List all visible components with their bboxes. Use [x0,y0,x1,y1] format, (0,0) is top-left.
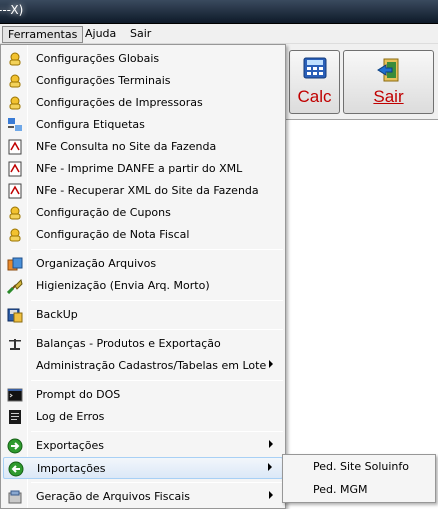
settings-hand-icon [7,51,23,67]
settings-hand-icon [7,73,23,89]
submenu-arrow-icon [268,463,272,471]
menu-item-organizacao-arquivos[interactable]: Organização Arquivos [3,253,283,275]
toolbar: Calc Sair [285,44,438,120]
menu-item-label: Configurações Globais [36,52,160,65]
menu-item-exportacoes[interactable]: Exportações [3,435,283,457]
menu-item-configuracoes-impressoras[interactable]: Configurações de Impressoras [3,92,283,114]
calculator-icon [303,57,327,82]
menu-ferramentas[interactable]: Ferramentas [2,26,84,43]
menu-item-label: Configuração de Cupons [36,206,171,219]
menu-item-label: BackUp [36,308,78,321]
menu-item-administracao-cadastros[interactable]: Administração Cadastros/Tabelas em Lote [3,355,283,377]
menu-separator [31,329,283,330]
main-window-area: Calc Sair [285,44,438,509]
export-arrow-icon [7,438,23,454]
submenu-arrow-icon [269,360,273,368]
scale-icon [7,336,23,352]
log-icon [7,409,23,425]
menu-item-label: NFe - Recuperar XML do Site da Fazenda [36,184,259,197]
menu-item-label: NFe Consulta no Site da Fazenda [36,140,217,153]
menu-item-configuracao-nota-fiscal[interactable]: Configuração de Nota Fiscal [3,224,283,246]
exit-door-icon [376,57,402,86]
menu-item-label: Higienização (Envia Arq. Morto) [36,279,210,292]
menu-item-importacoes[interactable]: Importações [3,457,283,479]
calc-label: Calc [297,87,332,106]
settings-hand-icon [7,95,23,111]
sair-label: Sair [373,87,404,106]
menu-item-label: Geração de Arquivos Fiscais [36,490,191,503]
menu-sair[interactable]: Sair [125,26,156,43]
menu-item-nfe-recuperar-xml[interactable]: NFe - Recuperar XML do Site da Fazenda [3,180,283,202]
menu-item-label: Configuração de Nota Fiscal [36,228,190,241]
menu-separator [31,300,283,301]
menu-item-label: Balanças - Produtos e Exportação [36,337,221,350]
menu-item-label: Administração Cadastros/Tabelas em Lote [36,359,267,372]
import-arrow-icon [8,461,24,477]
ferramentas-dropdown: Configurações Globais Configurações Term… [0,44,286,509]
menu-item-label: Exportações [36,439,105,452]
menu-item-label: Log de Erros [36,410,105,423]
sair-button[interactable]: Sair [343,50,434,114]
submenu-item-ped-site-soluinfo[interactable]: Ped. Site Soluinfo [313,460,409,473]
labels-icon [7,117,23,133]
menu-item-nfe-consulta[interactable]: NFe Consulta no Site da Fazenda [3,136,283,158]
title-bar: ---X) [0,0,438,24]
menu-item-prompt-dos[interactable]: Prompt do DOS [3,384,283,406]
menu-item-label: Organização Arquivos [36,257,157,270]
menu-item-configuracao-cupons[interactable]: Configuração de Cupons [3,202,283,224]
organize-files-icon [7,256,23,272]
pdf-document-icon [7,183,23,199]
menu-item-configura-etiquetas[interactable]: Configura Etiquetas [3,114,283,136]
broom-icon [6,278,23,295]
menu-item-label: Configurações Terminais [36,74,171,87]
settings-hand-icon [7,227,23,243]
pdf-document-icon [7,139,23,155]
menu-separator [31,249,283,250]
menu-item-nfe-danfe[interactable]: NFe - Imprime DANFE a partir do XML [3,158,283,180]
importacoes-submenu: Ped. Site Soluinfo Ped. MGM [282,454,436,503]
menu-item-geracao-arquivos-fiscais[interactable]: Geração de Arquivos Fiscais [3,486,283,508]
backup-icon [7,307,23,323]
menu-item-balancas[interactable]: Balanças - Produtos e Exportação [3,333,283,355]
pdf-document-icon [7,161,23,177]
window-title: ---X) [0,3,24,17]
menu-item-label: Prompt do DOS [36,388,121,401]
menu-item-label: Configura Etiquetas [36,118,145,131]
menu-separator [31,380,283,381]
menu-bar: Ferramentas Ajuda Sair [0,24,438,44]
menu-ajuda[interactable]: Ajuda [80,26,121,43]
menu-item-configuracoes-globais[interactable]: Configurações Globais [3,48,283,70]
menu-item-log-erros[interactable]: Log de Erros [3,406,283,428]
submenu-arrow-icon [269,440,273,448]
menu-item-backup[interactable]: BackUp [3,304,283,326]
settings-hand-icon [7,205,23,221]
menu-item-label: Configurações de Impressoras [36,96,203,109]
menu-item-configuracoes-terminais[interactable]: Configurações Terminais [3,70,283,92]
menu-separator [31,431,283,432]
menu-separator [31,482,283,483]
menu-item-label: Importações [37,462,106,475]
menu-item-label: NFe - Imprime DANFE a partir do XML [36,162,243,175]
dos-prompt-icon [7,387,23,403]
calc-button[interactable]: Calc [289,50,340,114]
menu-item-higienizacao[interactable]: Higienização (Envia Arq. Morto) [3,275,283,297]
submenu-arrow-icon [269,491,273,499]
submenu-item-ped-mgm[interactable]: Ped. MGM [313,483,368,496]
fiscal-files-icon [7,489,23,505]
